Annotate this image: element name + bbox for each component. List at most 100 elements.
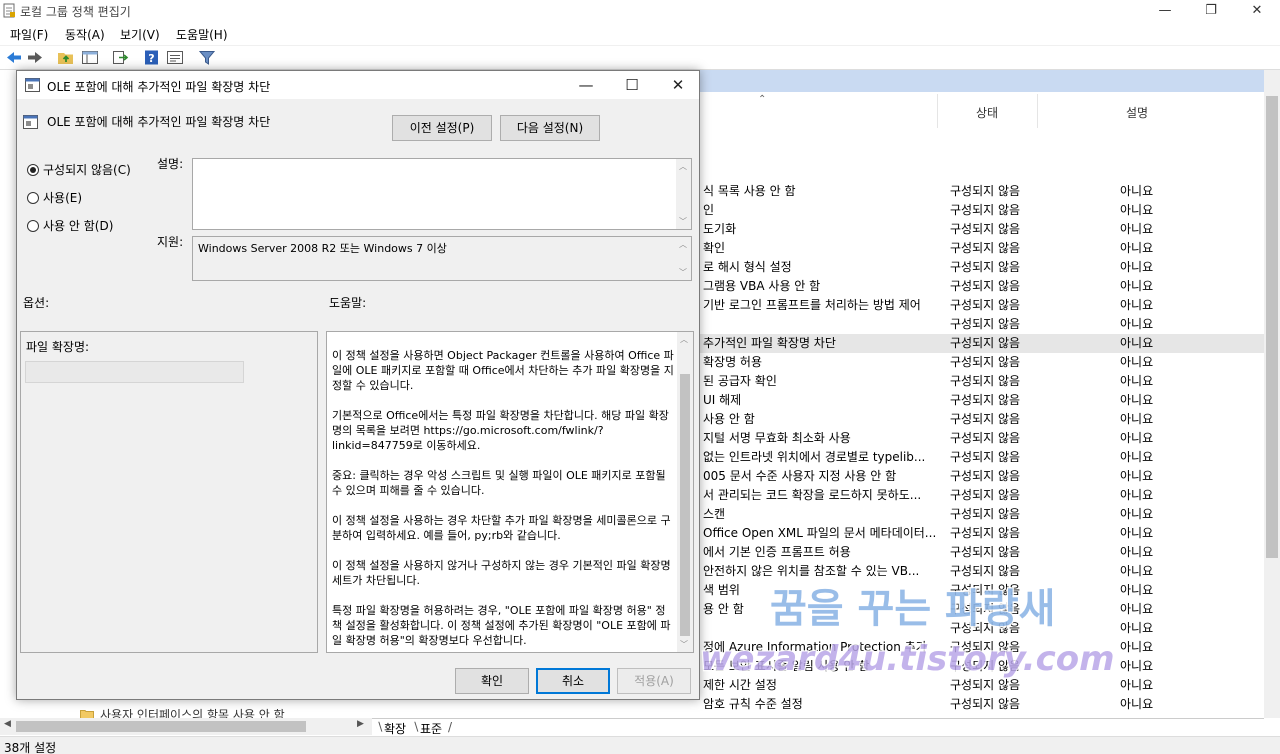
help-scroll-thumb[interactable] [680, 374, 690, 636]
help-icon[interactable]: ? [143, 49, 161, 66]
setting-name: OLE 포함에 대해 추가적인 파일 확장명 차단 [47, 115, 271, 129]
next-setting-button[interactable]: 다음 설정(N) [500, 115, 600, 141]
scroll-right-icon[interactable]: ▶ [357, 719, 364, 729]
menu-view[interactable]: 보기(V) [120, 26, 160, 43]
export-list-icon[interactable] [111, 49, 129, 66]
help-scrollbar[interactable]: ︿ ﹀ [677, 332, 693, 652]
comment-scrollbar[interactable]: ︿ ﹀ [676, 159, 691, 229]
list-item[interactable]: 005 문서 수준 사용자 지정 사용 안 함 구성되지 않음 아니요 [700, 467, 1266, 486]
list-item[interactable]: 도기화 구성되지 않음 아니요 [700, 220, 1266, 239]
list-item[interactable]: 사용 안 함 구성되지 않음 아니요 [700, 410, 1266, 429]
setting-description-cell: 아니요 [1120, 393, 1154, 407]
menu-action[interactable]: 동작(A) [65, 26, 105, 43]
ok-button[interactable]: 확인 [455, 668, 529, 694]
list-item[interactable]: UI 해제 구성되지 않음 아니요 [700, 391, 1266, 410]
scroll-left-icon[interactable]: ◀ [4, 719, 11, 729]
sort-ascending-icon: ⌃ [758, 94, 767, 105]
show-hide-tree-icon[interactable] [81, 49, 99, 66]
restore-button[interactable]: ❐ [1188, 0, 1234, 22]
folder-up-icon[interactable] [57, 49, 75, 66]
setting-name-cell: 된 공급자 확인 [703, 374, 777, 388]
back-arrow-icon[interactable] [5, 49, 23, 66]
setting-status-cell: 구성되지 않음 [950, 279, 1021, 293]
blog-watermark: 꿈을 꾸는 파랑새 wezard4u.tistory.com [700, 585, 1116, 681]
setting-description-cell: 아니요 [1120, 431, 1154, 445]
help-paragraph: 이 정책 설정을 사용하는 경우 차단할 추가 파일 확장명을 세미콜론으로 구… [332, 514, 671, 542]
list-item[interactable]: 지털 서명 무효화 최소화 사용 구성되지 않음 아니요 [700, 429, 1266, 448]
main-window-title: 로컬 그룹 정책 편집기 [20, 5, 131, 19]
properties-icon[interactable] [166, 49, 184, 66]
list-item[interactable]: 확인 구성되지 않음 아니요 [700, 239, 1266, 258]
file-extension-input[interactable] [25, 361, 244, 383]
list-item[interactable]: 로 해시 형식 설정 구성되지 않음 아니요 [700, 258, 1266, 277]
radio-disabled[interactable]: 사용 안 함(D) [27, 217, 113, 234]
supported-scrollbar[interactable]: ︿ ﹀ [676, 237, 691, 280]
radio-not-configured[interactable]: 구성되지 않음(C) [27, 161, 131, 178]
scroll-down-icon[interactable]: ﹀ [679, 267, 687, 278]
setting-name-cell: Office Open XML 파일의 문서 메타데이터... [703, 526, 937, 540]
dialog-minimize-button[interactable]: — [563, 71, 609, 99]
setting-description-cell: 아니요 [1120, 488, 1154, 502]
selection-header-strip [700, 70, 1280, 92]
setting-name-cell: 도기화 [703, 222, 737, 236]
list-item[interactable]: 없는 인트라넷 위치에서 경로별로 typelib... 구성되지 않음 아니요 [700, 448, 1266, 467]
setting-name-cell: 기반 로그인 프롬프트를 처리하는 방법 제어 [703, 298, 921, 312]
setting-description-cell: 아니요 [1120, 241, 1154, 255]
setting-name-cell: 사용 안 함 [703, 412, 755, 426]
list-item[interactable]: 확장명 허용 구성되지 않음 아니요 [700, 353, 1266, 372]
setting-description-cell: 아니요 [1120, 507, 1154, 521]
policy-icon [23, 115, 38, 132]
list-item[interactable]: 에서 기본 인증 프롬프트 허용 구성되지 않음 아니요 [700, 543, 1266, 562]
comment-textarea[interactable]: ︿ ﹀ [192, 158, 692, 230]
vertical-scroll-thumb[interactable] [1266, 96, 1278, 558]
list-item[interactable]: 그램용 VBA 사용 안 함 구성되지 않음 아니요 [700, 277, 1266, 296]
list-item[interactable]: 암호 규칙 수준 설정 구성되지 않음 아니요 [700, 695, 1266, 714]
radio-enabled[interactable]: 사용(E) [27, 189, 82, 206]
setting-status-cell: 구성되지 않음 [950, 184, 1021, 198]
setting-status-cell: 구성되지 않음 [950, 526, 1021, 540]
previous-setting-button[interactable]: 이전 설정(P) [392, 115, 492, 141]
tab-standard[interactable]: 표준 [420, 720, 442, 737]
menu-help[interactable]: 도움말(H) [176, 26, 228, 43]
list-item[interactable]: Office Open XML 파일의 문서 메타데이터... 구성되지 않음 아니… [700, 524, 1266, 543]
column-divider[interactable] [937, 94, 938, 128]
radio-dot-icon [27, 164, 39, 176]
forward-arrow-icon[interactable] [26, 49, 44, 66]
column-divider[interactable] [1037, 94, 1038, 128]
list-item[interactable]: 인 구성되지 않음 아니요 [700, 201, 1266, 220]
setting-status-cell: 구성되지 않음 [950, 393, 1021, 407]
setting-name-cell: 005 문서 수준 사용자 지정 사용 안 함 [703, 469, 897, 483]
watermark-title: 꿈을 꾸는 파랑새 [770, 586, 1055, 632]
setting-description-cell: 아니요 [1120, 583, 1154, 597]
tab-extended[interactable]: 확장 [384, 720, 406, 737]
list-item[interactable]: 구성되지 않음 아니요 [700, 315, 1266, 334]
filter-icon[interactable] [198, 49, 216, 66]
close-button[interactable]: ✕ [1234, 0, 1280, 22]
list-item[interactable]: 식 목록 사용 안 함 구성되지 않음 아니요 [700, 182, 1266, 201]
list-item[interactable]: 된 공급자 확인 구성되지 않음 아니요 [700, 372, 1266, 391]
scroll-down-icon[interactable]: ﹀ [680, 639, 688, 650]
scroll-down-icon[interactable]: ﹀ [679, 216, 687, 227]
cancel-button[interactable]: 취소 [536, 668, 610, 694]
dialog-maximize-button[interactable]: ☐ [609, 71, 655, 99]
setting-description-cell: 아니요 [1120, 697, 1154, 711]
scroll-up-icon[interactable]: ︿ [679, 161, 687, 172]
minimize-button[interactable]: — [1142, 0, 1188, 22]
list-item[interactable]: 기반 로그인 프롬프트를 처리하는 방법 제어 구성되지 않음 아니요 [700, 296, 1266, 315]
column-header-status[interactable]: 상태 [976, 104, 998, 121]
scroll-up-icon[interactable]: ︿ [679, 239, 687, 250]
scroll-up-icon[interactable]: ︿ [680, 334, 688, 345]
dialog-close-button[interactable]: ✕ [655, 71, 701, 99]
tree-horizontal-scroll-thumb[interactable] [16, 721, 306, 732]
setting-description-cell: 아니요 [1120, 469, 1154, 483]
column-header-description[interactable]: 설명 [1126, 104, 1148, 121]
list-item[interactable]: 추가적인 파일 확장명 차단 구성되지 않음 아니요 [700, 334, 1266, 353]
setting-status-cell: 구성되지 않음 [950, 317, 1021, 331]
setting-name-cell: 스캔 [703, 507, 726, 521]
list-item[interactable]: 서 관리되는 코드 확장을 로드하지 못하도... 구성되지 않음 아니요 [700, 486, 1266, 505]
apply-button[interactable]: 적용(A) [617, 668, 691, 694]
menu-file[interactable]: 파일(F) [10, 26, 48, 43]
setting-status-cell: 구성되지 않음 [950, 412, 1021, 426]
setting-status-cell: 구성되지 않음 [950, 697, 1021, 711]
list-item[interactable]: 스캔 구성되지 않음 아니요 [700, 505, 1266, 524]
